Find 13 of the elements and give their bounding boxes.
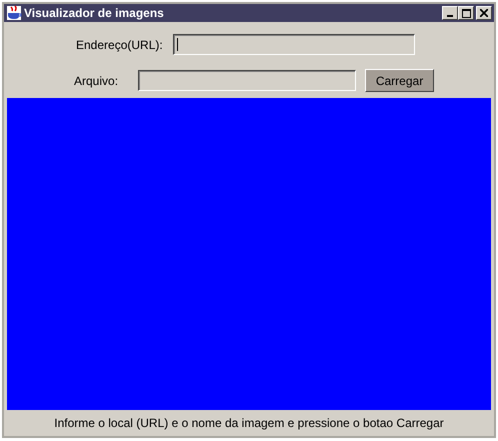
maximize-button[interactable] — [458, 6, 474, 20]
minimize-button[interactable] — [442, 6, 458, 20]
load-button[interactable]: Carregar — [365, 69, 434, 92]
file-label: Arquivo: — [74, 74, 118, 88]
url-field[interactable] — [172, 34, 415, 55]
cup-icon — [6, 5, 22, 21]
file-field[interactable] — [138, 70, 356, 91]
window-title: Visualizador de imagens — [24, 6, 165, 20]
url-label: Endereço(URL): — [76, 38, 163, 52]
status-text: Informe o local (URL) e o nome da imagem e pressione o botao Carregar — [53, 415, 445, 432]
close-icon — [480, 9, 488, 17]
close-button[interactable] — [476, 6, 492, 20]
maximize-icon — [462, 8, 470, 18]
